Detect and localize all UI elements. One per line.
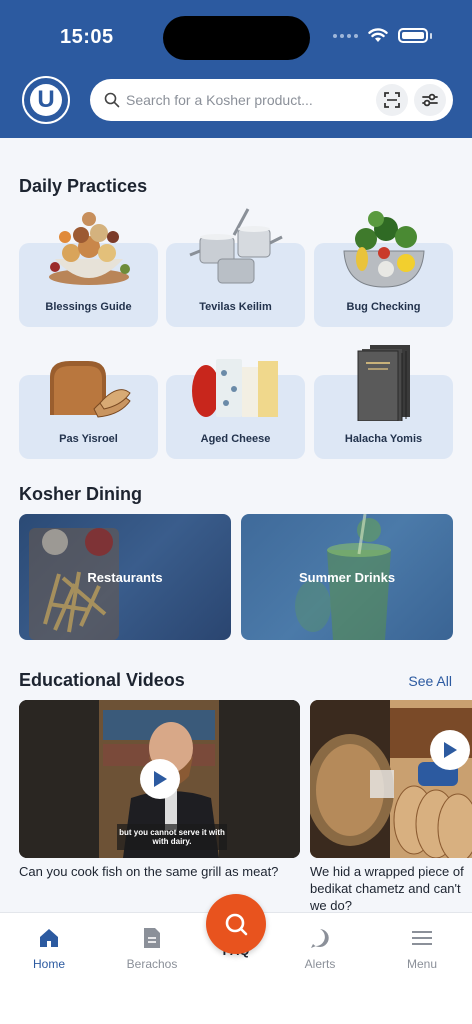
tab-label: Home: [32, 957, 65, 971]
search-icon: [225, 913, 248, 936]
card-blessings-guide[interactable]: Blessings Guide: [19, 212, 158, 327]
alert-icon: [311, 929, 329, 948]
kosher-dining-title: Kosher Dining: [19, 484, 143, 504]
dining-label: Summer Drinks: [298, 570, 396, 585]
menu-icon: [412, 931, 432, 945]
faq-search-button[interactable]: [206, 894, 266, 954]
tab-berachos[interactable]: Berachos: [117, 925, 187, 971]
sliders-icon: [422, 93, 438, 107]
app-logo[interactable]: U: [22, 76, 70, 124]
card-tevilas-keilim[interactable]: Tevilas Keilim: [166, 208, 305, 327]
card-label: Tevilas Keilim: [199, 301, 272, 313]
play-button[interactable]: [430, 730, 470, 770]
tab-alerts[interactable]: Alerts: [285, 925, 355, 971]
card-label: Aged Cheese: [200, 433, 271, 445]
book-icon: [357, 345, 410, 421]
play-icon: [444, 742, 457, 758]
dining-restaurants[interactable]: Restaurants: [19, 514, 231, 640]
card-aged-cheese[interactable]: Aged Cheese: [166, 359, 305, 459]
card-label: Blessings Guide: [45, 301, 132, 313]
video-thumbnail: [310, 700, 472, 858]
video-caption: Can you cook fish on the same grill as m…: [19, 864, 279, 879]
filter-button[interactable]: [414, 84, 446, 116]
battery-icon: [398, 28, 428, 43]
home-icon: [40, 929, 58, 947]
tab-label: Berachos: [126, 957, 178, 971]
educational-videos-title: Educational Videos: [19, 670, 185, 690]
card-pas-yisroel[interactable]: Pas Yisroel: [19, 361, 158, 459]
scan-button[interactable]: [376, 84, 408, 116]
dynamic-island: [163, 16, 310, 60]
card-bug-checking[interactable]: Bug Checking: [314, 211, 453, 327]
see-all-link[interactable]: See All: [408, 673, 452, 689]
cheese-icon: [191, 359, 278, 417]
play-icon: [154, 771, 167, 787]
card-label: Pas Yisroel: [59, 433, 118, 445]
wifi-icon: [368, 28, 388, 42]
food-bowl-icon: [48, 212, 130, 285]
signal-icon: [333, 33, 358, 38]
scan-icon: [384, 92, 400, 108]
logo-letter: U: [30, 84, 62, 116]
dining-label: Restaurants: [87, 570, 163, 585]
video-card-chametz[interactable]: [310, 700, 472, 858]
tab-label: Menu: [406, 957, 438, 971]
app-header: 15:05 U: [0, 0, 472, 138]
dining-summer-drinks[interactable]: Summer Drinks: [241, 514, 453, 640]
video-card-fish-grill[interactable]: but you cannot serve it with with dairy.: [19, 700, 300, 858]
status-icons: [333, 28, 432, 43]
video-subtitle: but you cannot serve it with with dairy.: [119, 828, 225, 846]
video-caption: We hid a wrapped piece of bedikat chamet…: [310, 864, 464, 913]
vegetables-icon: [342, 211, 425, 288]
card-halacha-yomis[interactable]: Halacha Yomis: [314, 345, 453, 459]
search-bar[interactable]: [90, 79, 453, 121]
search-input[interactable]: [126, 92, 366, 108]
daily-practices-title: Daily Practices: [19, 176, 148, 196]
tab-home[interactable]: Home: [14, 925, 84, 971]
status-time: 15:05: [60, 26, 114, 48]
tab-menu[interactable]: Menu: [387, 925, 457, 971]
document-icon: [144, 928, 160, 948]
play-button[interactable]: [140, 759, 180, 799]
search-icon: [104, 92, 120, 108]
card-label: Halacha Yomis: [344, 433, 423, 445]
pots-pans-icon: [188, 208, 283, 284]
bread-icon: [49, 361, 131, 418]
card-label: Bug Checking: [346, 301, 421, 313]
tab-label: Alerts: [304, 957, 336, 971]
